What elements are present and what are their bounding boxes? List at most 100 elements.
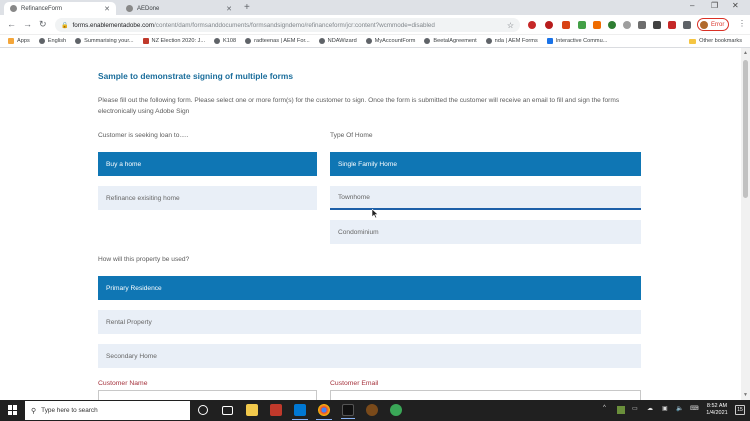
bookmark-interactive-commu[interactable]: Interactive Commu...	[546, 38, 607, 44]
profile-error-label: Error	[711, 21, 725, 28]
bookmark-beetalagreement[interactable]: BeetalAgreement	[424, 38, 477, 44]
mouse-cursor-icon	[372, 209, 379, 219]
cloud-icon[interactable]: ☁	[647, 405, 653, 412]
task-view-icon[interactable]	[222, 406, 233, 415]
minimize-icon[interactable]: –	[690, 1, 694, 10]
scroll-up-icon[interactable]: ▲	[743, 50, 748, 56]
reload-icon[interactable]: ↻	[39, 19, 47, 30]
globe-icon	[424, 38, 431, 44]
globe-icon	[214, 38, 221, 44]
tab-title: AEDone	[137, 5, 160, 12]
close-window-icon[interactable]: ✕	[732, 1, 739, 10]
tab-aedone[interactable]: AEDone ✕	[120, 2, 238, 15]
bookmark-nda-aem-forms[interactable]: nda | AEM Forms	[485, 38, 538, 44]
option-refinance-existing-home[interactable]: Refinance exisiting home	[98, 186, 317, 210]
extension-icon[interactable]	[562, 21, 570, 29]
apps-grid-icon	[8, 38, 14, 44]
clock-time: 8:52 AM	[706, 403, 728, 409]
acrobat-icon[interactable]	[270, 404, 282, 416]
outlook-icon[interactable]	[292, 404, 308, 420]
customer-email-label: Customer Email	[330, 380, 379, 387]
notification-center-icon[interactable]: 15	[735, 405, 745, 415]
globe-icon	[38, 38, 45, 44]
scrollbar-thumb[interactable]	[743, 60, 748, 198]
browser-tab-bar: RefinanceForm ✕ AEDone ✕ + – ❐ ✕	[0, 0, 750, 15]
url-path: /content/dam/formsanddocuments/formsands…	[154, 21, 435, 29]
browser-toolbar: ← → ↻ 🔒 forms.enablementadobe.com /conte…	[0, 15, 750, 35]
extension-icon[interactable]	[638, 21, 646, 29]
tab-title: RefinanceForm	[21, 5, 63, 12]
language-icon[interactable]: ⌨	[690, 405, 699, 412]
taskbar-clock[interactable]: 8:52 AM 1/4/2021	[702, 403, 732, 417]
intro-text: Please fill out the following form. Plea…	[98, 97, 620, 115]
globe-icon	[126, 5, 133, 12]
maximize-icon[interactable]: ❐	[711, 1, 718, 10]
extensions-puzzle-icon[interactable]	[683, 21, 691, 29]
taskbar-search-placeholder: Type here to search	[41, 407, 98, 414]
forward-icon[interactable]: →	[23, 19, 32, 30]
close-tab-icon[interactable]: ✕	[104, 5, 110, 13]
bookmark-myaccountform[interactable]: MyAccountForm	[365, 38, 415, 44]
bookmark-star-icon[interactable]: ☆	[507, 21, 514, 30]
lock-icon: 🔒	[61, 22, 69, 29]
chrome-icon[interactable]	[316, 404, 332, 420]
bookmarks-bar: Apps English Summarising your... NZ Elec…	[0, 35, 750, 48]
taskbar-search-box[interactable]: ⚲ Type here to search	[25, 401, 190, 420]
url-host: forms.enablementadobe.com	[72, 21, 155, 29]
app-icon[interactable]	[366, 404, 378, 416]
bookmark-radteenas[interactable]: radteenas | AEM For...	[245, 38, 310, 44]
extension-icon[interactable]	[623, 21, 631, 29]
option-primary-residence[interactable]: Primary Residence	[98, 276, 641, 300]
app-icon[interactable]	[390, 404, 402, 416]
option-rental-property[interactable]: Rental Property	[98, 310, 641, 334]
battery-icon[interactable]: ▭	[632, 405, 638, 412]
close-tab-icon[interactable]: ✕	[226, 5, 232, 13]
extension-icon[interactable]	[528, 21, 536, 29]
bookmark-summarising[interactable]: Summarising your...	[75, 38, 134, 44]
extension-icon[interactable]	[608, 21, 616, 29]
page-scrollbar[interactable]: ▲ ▼	[741, 48, 750, 400]
bookmark-k108[interactable]: K108	[214, 38, 236, 44]
option-secondary-home[interactable]: Secondary Home	[98, 344, 641, 368]
bookmark-ndawizard[interactable]: NDAWizard	[318, 38, 357, 44]
network-icon[interactable]: ▣	[662, 405, 668, 412]
page-title: Sample to demonstrate signing of multipl…	[98, 71, 293, 81]
windows-start-icon[interactable]	[8, 405, 18, 415]
scroll-down-icon[interactable]: ▼	[743, 392, 748, 398]
bookmark-english[interactable]: English	[38, 38, 66, 44]
tray-chevron-icon[interactable]: ^	[603, 405, 606, 411]
option-buy-a-home[interactable]: Buy a home	[98, 152, 317, 176]
folder-icon	[689, 38, 697, 44]
property-use-question-label: How will this property be used?	[98, 256, 190, 263]
option-single-family-home[interactable]: Single Family Home	[330, 152, 641, 176]
cortana-icon[interactable]	[198, 405, 208, 415]
other-bookmarks[interactable]: Other bookmarks	[689, 38, 742, 44]
option-condominium[interactable]: Condominium	[330, 220, 641, 244]
globe-icon	[318, 38, 325, 44]
globe-icon	[485, 38, 492, 44]
tab-refinanceform[interactable]: RefinanceForm ✕	[4, 2, 116, 15]
bookmark-nz-election[interactable]: NZ Election 2020: J...	[142, 38, 205, 44]
extension-icon[interactable]	[668, 21, 676, 29]
notification-count: 15	[737, 407, 743, 413]
volume-icon[interactable]: 🔈	[676, 405, 683, 412]
profile-error-button[interactable]: Error	[697, 18, 730, 31]
address-bar[interactable]: 🔒 forms.enablementadobe.com /content/dam…	[55, 18, 520, 32]
extension-icon[interactable]	[578, 21, 586, 29]
terminal-icon[interactable]	[341, 404, 355, 419]
globe-icon	[10, 5, 17, 12]
option-townhome[interactable]: Townhome	[330, 186, 641, 210]
file-explorer-icon[interactable]	[246, 404, 258, 416]
more-menu-icon[interactable]: ⋮	[738, 19, 746, 28]
search-icon: ⚲	[31, 407, 37, 415]
extension-icon[interactable]	[593, 21, 601, 29]
windows-taskbar: ⚲ Type here to search ^ ▭ ☁ ▣ 🔈 ⌨ 8:52 A…	[0, 400, 750, 421]
back-icon[interactable]: ←	[7, 19, 16, 30]
globe-icon	[365, 38, 372, 44]
extension-icon[interactable]	[545, 21, 553, 29]
loan-question-label: Customer is seeking loan to.....	[98, 132, 189, 139]
bookmark-apps[interactable]: Apps	[8, 38, 30, 44]
new-tab-button[interactable]: +	[244, 2, 250, 13]
tray-app-icon[interactable]	[617, 406, 625, 414]
extension-icon[interactable]	[653, 21, 661, 29]
